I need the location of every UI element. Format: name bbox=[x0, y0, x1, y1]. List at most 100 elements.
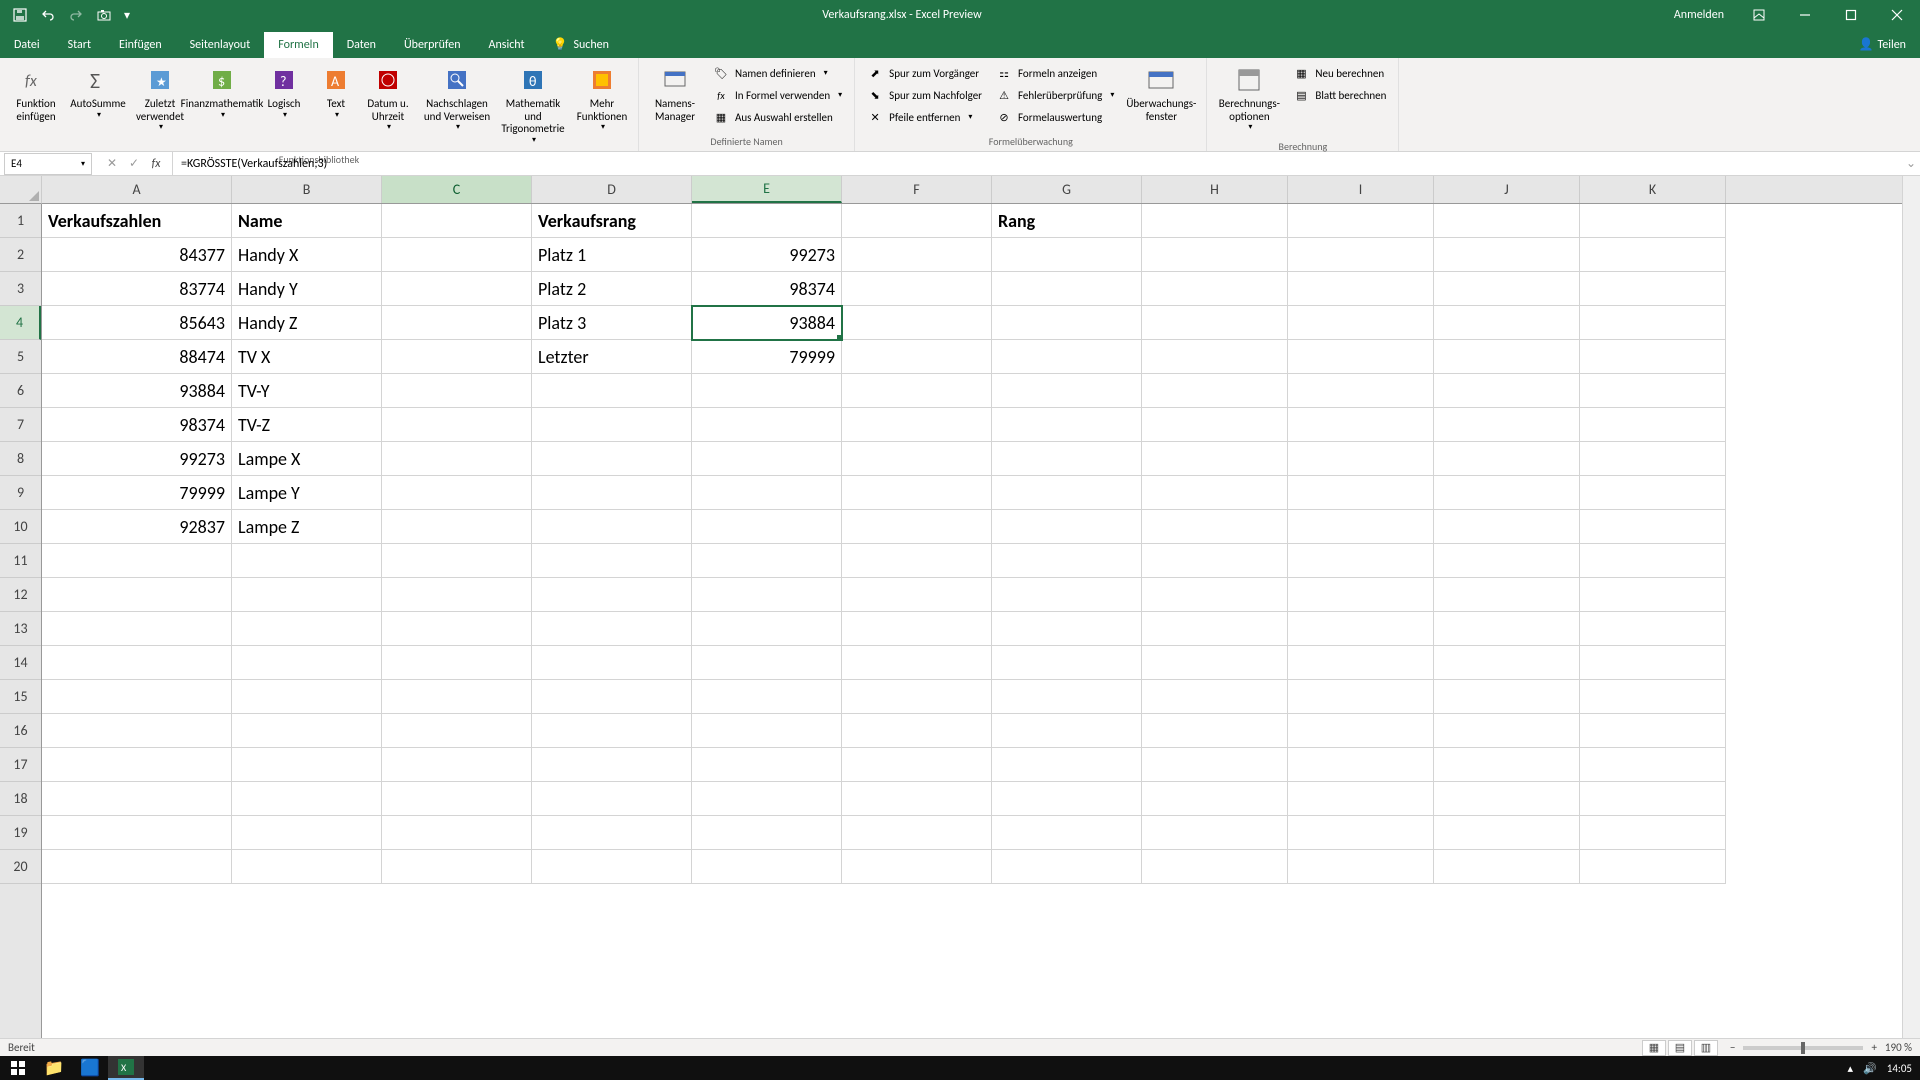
cell-G15[interactable] bbox=[992, 680, 1142, 714]
cell-A15[interactable] bbox=[42, 680, 232, 714]
cell-F11[interactable] bbox=[842, 544, 992, 578]
maximize-icon[interactable] bbox=[1828, 0, 1874, 30]
cell-I2[interactable] bbox=[1288, 238, 1434, 272]
col-header-K[interactable]: K bbox=[1580, 176, 1726, 203]
formeln-anzeigen-button[interactable]: ⚏Formeln anzeigen bbox=[990, 62, 1120, 84]
volume-icon[interactable]: 🔊 bbox=[1863, 1062, 1877, 1075]
tab-einfuegen[interactable]: Einfügen bbox=[105, 32, 176, 58]
cell-D7[interactable] bbox=[532, 408, 692, 442]
cell-C10[interactable] bbox=[382, 510, 532, 544]
cell-C13[interactable] bbox=[382, 612, 532, 646]
cell-B5[interactable]: TV X bbox=[232, 340, 382, 374]
cell-I18[interactable] bbox=[1288, 782, 1434, 816]
cell-D5[interactable]: Letzter bbox=[532, 340, 692, 374]
cell-I12[interactable] bbox=[1288, 578, 1434, 612]
cell-H11[interactable] bbox=[1142, 544, 1288, 578]
in-formel-verwenden-button[interactable]: fxIn Formel verwenden▾ bbox=[707, 84, 848, 106]
cell-C15[interactable] bbox=[382, 680, 532, 714]
cell-F8[interactable] bbox=[842, 442, 992, 476]
vertical-scrollbar[interactable] bbox=[1902, 176, 1920, 1038]
cell-G16[interactable] bbox=[992, 714, 1142, 748]
cell-G5[interactable] bbox=[992, 340, 1142, 374]
cell-F17[interactable] bbox=[842, 748, 992, 782]
close-icon[interactable] bbox=[1874, 0, 1920, 30]
cell-G2[interactable] bbox=[992, 238, 1142, 272]
cell-F14[interactable] bbox=[842, 646, 992, 680]
cell-D2[interactable]: Platz 1 bbox=[532, 238, 692, 272]
view-layout-button[interactable]: ▤ bbox=[1668, 1040, 1692, 1056]
cell-E14[interactable] bbox=[692, 646, 842, 680]
col-header-G[interactable]: G bbox=[992, 176, 1142, 203]
app-icon[interactable]: 🟦 bbox=[72, 1056, 108, 1080]
cell-K17[interactable] bbox=[1580, 748, 1726, 782]
cell-K13[interactable] bbox=[1580, 612, 1726, 646]
cell-E15[interactable] bbox=[692, 680, 842, 714]
cell-E16[interactable] bbox=[692, 714, 842, 748]
cell-D16[interactable] bbox=[532, 714, 692, 748]
cell-I3[interactable] bbox=[1288, 272, 1434, 306]
cell-E8[interactable] bbox=[692, 442, 842, 476]
cell-K1[interactable] bbox=[1580, 204, 1726, 238]
cell-C1[interactable] bbox=[382, 204, 532, 238]
undo-icon[interactable] bbox=[36, 3, 60, 27]
cell-D19[interactable] bbox=[532, 816, 692, 850]
col-header-H[interactable]: H bbox=[1142, 176, 1288, 203]
cell-K8[interactable] bbox=[1580, 442, 1726, 476]
cell-C5[interactable] bbox=[382, 340, 532, 374]
row-header-15[interactable]: 15 bbox=[0, 680, 41, 714]
cell-E18[interactable] bbox=[692, 782, 842, 816]
cell-J1[interactable] bbox=[1434, 204, 1580, 238]
tab-seitenlayout[interactable]: Seitenlayout bbox=[176, 32, 265, 58]
mathematik-button[interactable]: θMathematik und Trigonometrie▾ bbox=[496, 62, 570, 147]
cell-B8[interactable]: Lampe X bbox=[232, 442, 382, 476]
finanzmathematik-button[interactable]: $Finanzmathematik▾ bbox=[192, 62, 252, 122]
cell-J16[interactable] bbox=[1434, 714, 1580, 748]
cell-B20[interactable] bbox=[232, 850, 382, 884]
cell-F12[interactable] bbox=[842, 578, 992, 612]
pfeile-entfernen-button[interactable]: ✕Pfeile entfernen▾ bbox=[861, 106, 988, 128]
signin-link[interactable]: Anmelden bbox=[1662, 8, 1736, 22]
cell-I20[interactable] bbox=[1288, 850, 1434, 884]
cell-F18[interactable] bbox=[842, 782, 992, 816]
row-header-2[interactable]: 2 bbox=[0, 238, 41, 272]
cell-E7[interactable] bbox=[692, 408, 842, 442]
cell-F9[interactable] bbox=[842, 476, 992, 510]
cell-B7[interactable]: TV-Z bbox=[232, 408, 382, 442]
cell-D1[interactable]: Verkaufsrang bbox=[532, 204, 692, 238]
fehlerueberpruefung-button[interactable]: ⚠Fehlerüberprüfung▾ bbox=[990, 84, 1120, 106]
cell-H17[interactable] bbox=[1142, 748, 1288, 782]
cell-I15[interactable] bbox=[1288, 680, 1434, 714]
cell-F1[interactable] bbox=[842, 204, 992, 238]
cell-H16[interactable] bbox=[1142, 714, 1288, 748]
row-header-9[interactable]: 9 bbox=[0, 476, 41, 510]
row-header-17[interactable]: 17 bbox=[0, 748, 41, 782]
cell-J7[interactable] bbox=[1434, 408, 1580, 442]
cell-C18[interactable] bbox=[382, 782, 532, 816]
cell-C12[interactable] bbox=[382, 578, 532, 612]
cell-B2[interactable]: Handy X bbox=[232, 238, 382, 272]
row-header-13[interactable]: 13 bbox=[0, 612, 41, 646]
text-button[interactable]: AText▾ bbox=[316, 62, 356, 122]
cell-F15[interactable] bbox=[842, 680, 992, 714]
row-header-14[interactable]: 14 bbox=[0, 646, 41, 680]
nachschlagen-button[interactable]: Nachschlagen und Verweisen▾ bbox=[420, 62, 494, 134]
berechnungsoptionen-button[interactable]: Berechnungs-optionen▾ bbox=[1213, 62, 1285, 134]
cell-A20[interactable] bbox=[42, 850, 232, 884]
cell-H13[interactable] bbox=[1142, 612, 1288, 646]
cell-D15[interactable] bbox=[532, 680, 692, 714]
system-tray[interactable]: ▴ 🔊 14:05 bbox=[1840, 1062, 1920, 1075]
cell-I1[interactable] bbox=[1288, 204, 1434, 238]
cell-E17[interactable] bbox=[692, 748, 842, 782]
cell-K10[interactable] bbox=[1580, 510, 1726, 544]
zoom-in-button[interactable]: + bbox=[1871, 1041, 1876, 1054]
cell-G13[interactable] bbox=[992, 612, 1142, 646]
zoom-slider[interactable] bbox=[1743, 1046, 1863, 1050]
cell-A4[interactable]: 85643 bbox=[42, 306, 232, 340]
col-header-B[interactable]: B bbox=[232, 176, 382, 203]
cell-H18[interactable] bbox=[1142, 782, 1288, 816]
cell-A10[interactable]: 92837 bbox=[42, 510, 232, 544]
save-icon[interactable] bbox=[8, 3, 32, 27]
row-header-4[interactable]: 4 bbox=[0, 306, 41, 340]
cell-B9[interactable]: Lampe Y bbox=[232, 476, 382, 510]
col-header-I[interactable]: I bbox=[1288, 176, 1434, 203]
